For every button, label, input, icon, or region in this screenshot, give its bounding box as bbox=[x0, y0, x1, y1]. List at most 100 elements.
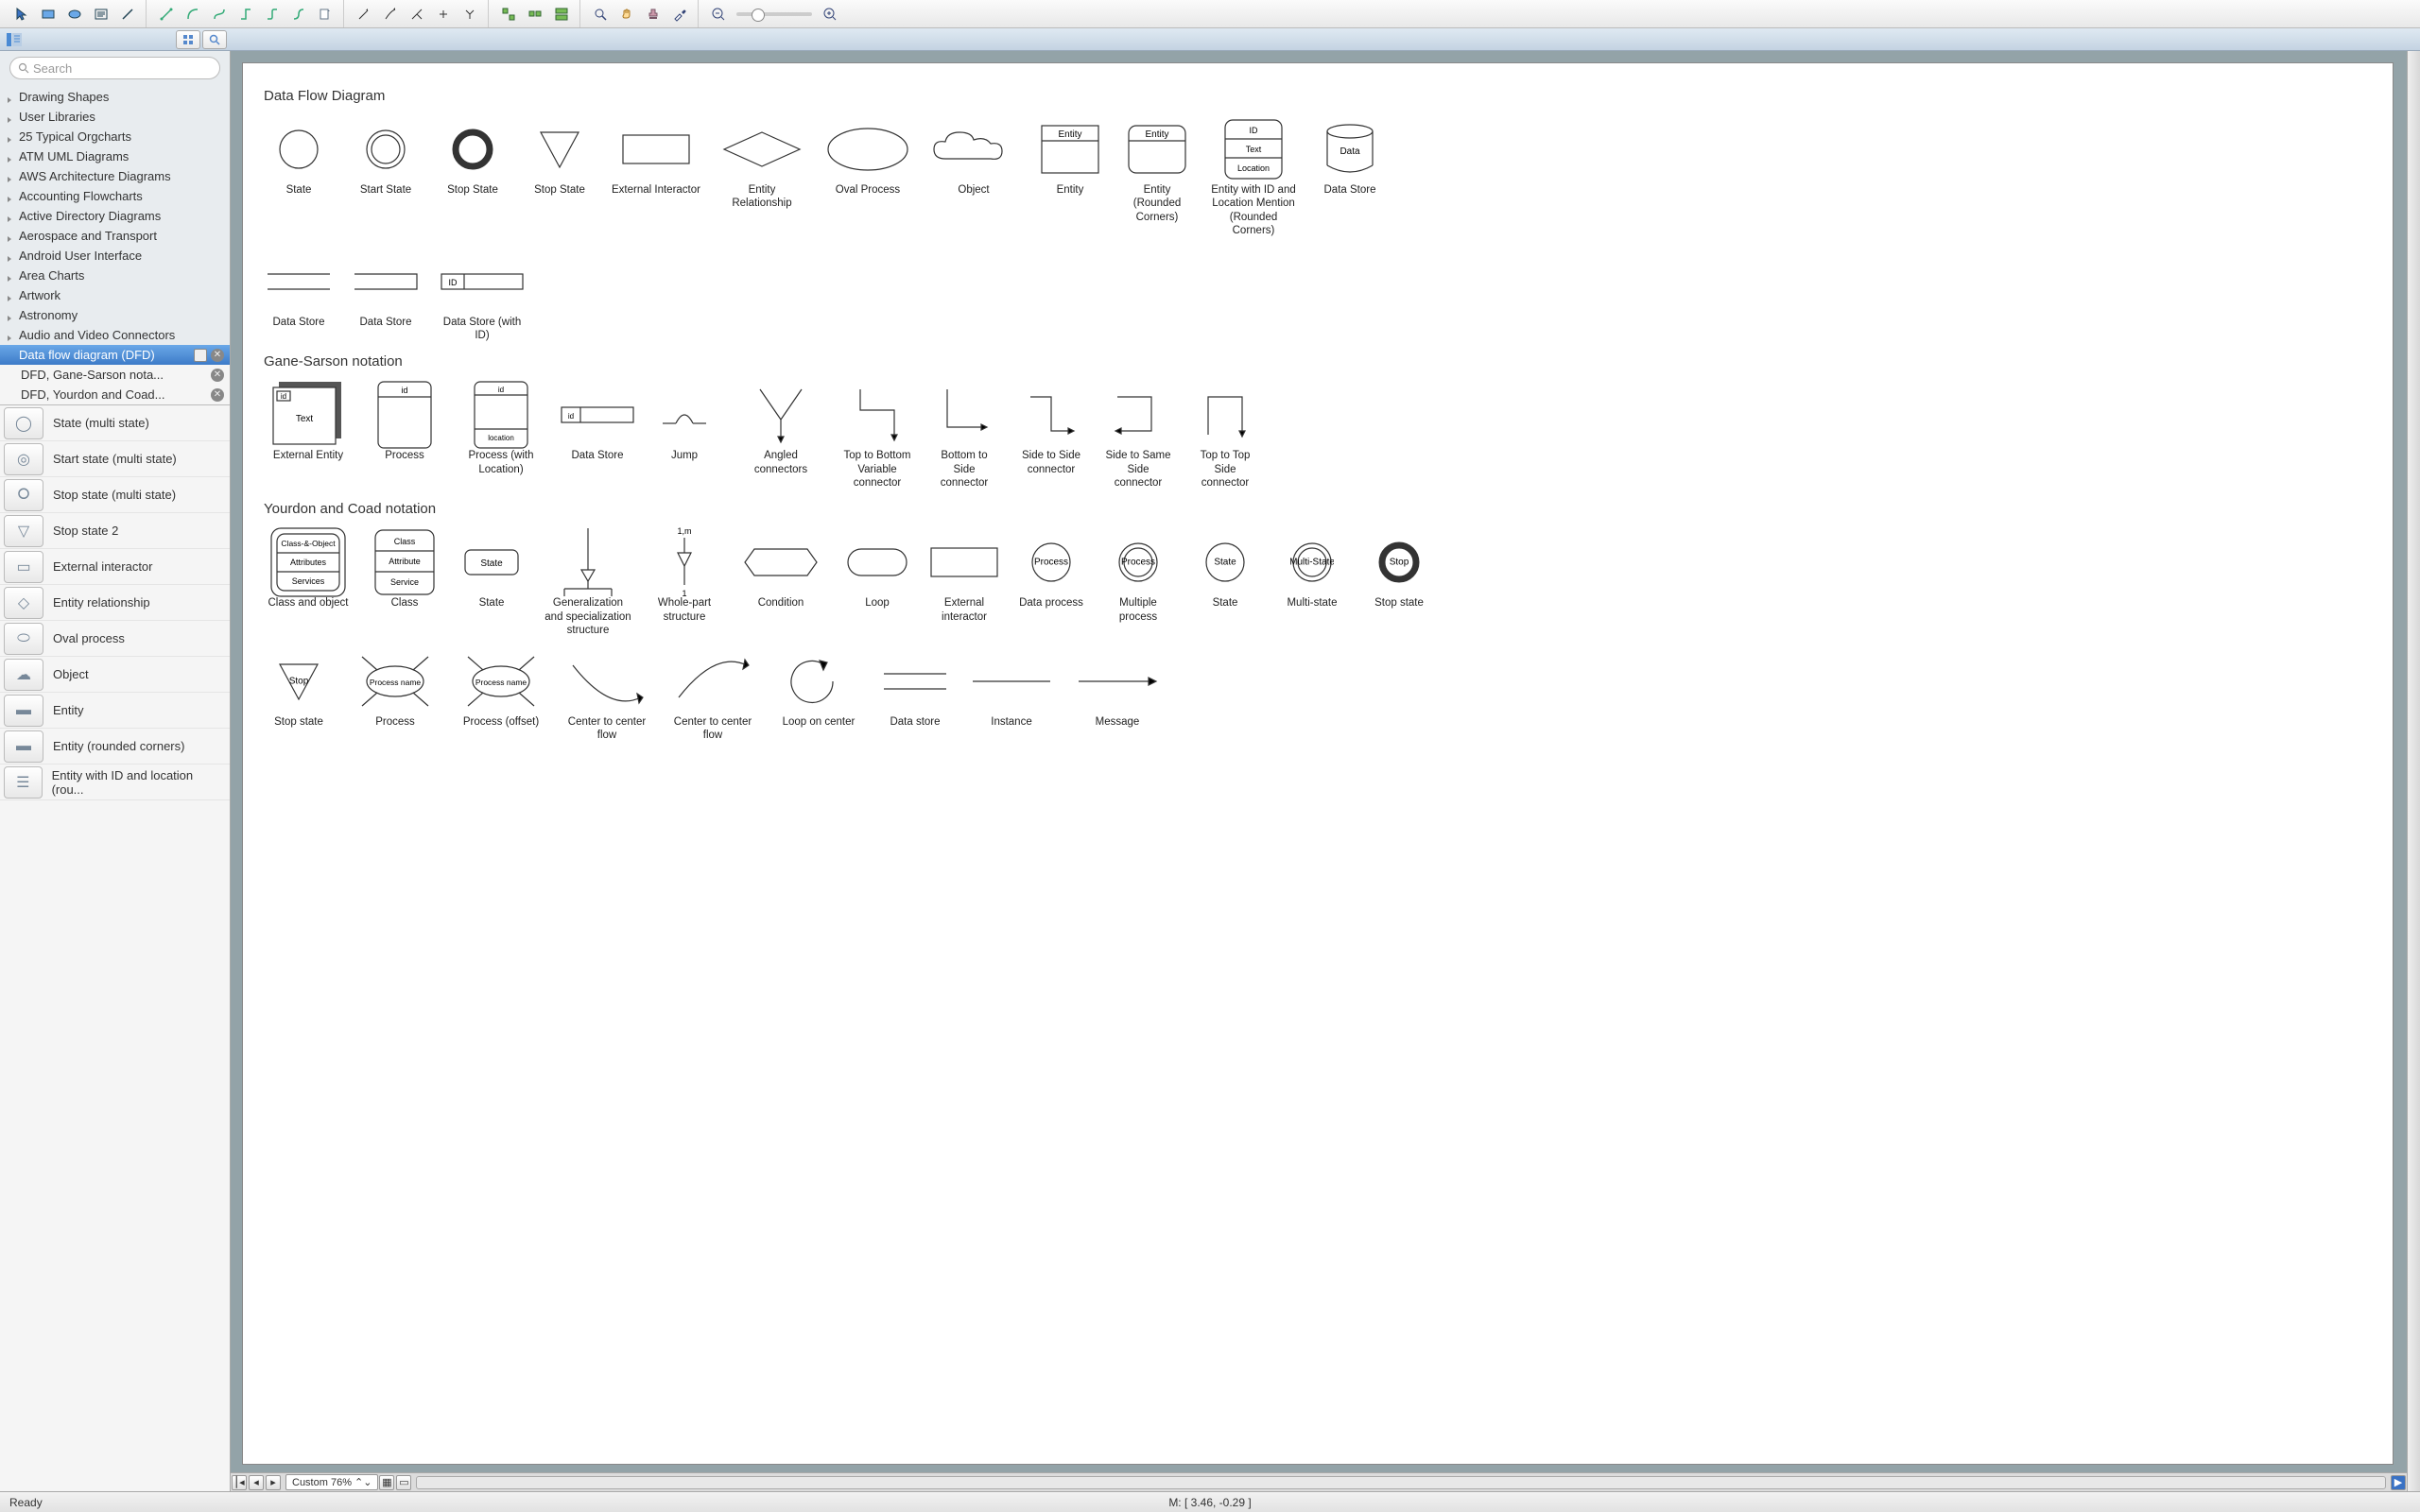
shape-cell[interactable]: Jump bbox=[649, 383, 719, 490]
shape-cell[interactable]: EntityEntity bbox=[1035, 117, 1105, 238]
search-input[interactable]: Search bbox=[9, 57, 220, 79]
shape-cell[interactable]: Center to center flow bbox=[668, 649, 757, 743]
shape-cell[interactable]: Class-&-ObjectAttributesServicesClass an… bbox=[264, 530, 353, 637]
tree-item[interactable]: Drawing Shapes bbox=[0, 87, 230, 107]
library-panel-toggle[interactable] bbox=[0, 29, 28, 50]
shape-cell[interactable]: 1,m1Whole-part structure bbox=[649, 530, 719, 637]
shape-cell[interactable]: State bbox=[264, 117, 334, 238]
stamp-tool[interactable] bbox=[641, 4, 666, 25]
shape-cell[interactable]: Data Store bbox=[351, 249, 421, 343]
shape-list-item[interactable]: ◎Start state (multi state) bbox=[0, 441, 230, 477]
shape-cell[interactable]: Process nameProcess (offset) bbox=[457, 649, 545, 743]
shape-cell[interactable]: StateState bbox=[1190, 530, 1260, 637]
line-tool[interactable] bbox=[115, 4, 140, 25]
shape-list-item[interactable]: ▬Entity (rounded corners) bbox=[0, 729, 230, 765]
shape-cell[interactable]: idlocationProcess (with Location) bbox=[457, 383, 545, 490]
shape-cell[interactable]: Object bbox=[929, 117, 1018, 238]
tree-item[interactable]: AWS Architecture Diagrams bbox=[0, 166, 230, 186]
shape-cell[interactable]: External interactor bbox=[929, 530, 999, 637]
arrow-bi[interactable] bbox=[431, 4, 456, 25]
shape-cell[interactable]: ProcessData process bbox=[1016, 530, 1086, 637]
tree-subitem[interactable]: DFD, Yourdon and Coad...✕ bbox=[0, 385, 230, 404]
shape-cell[interactable]: Loop on center bbox=[774, 649, 863, 743]
arrow-multi[interactable] bbox=[405, 4, 429, 25]
connector-round[interactable] bbox=[260, 4, 285, 25]
shape-cell[interactable]: Side to Same Side connector bbox=[1103, 383, 1173, 490]
shape-cell[interactable]: Center to center flow bbox=[562, 649, 651, 743]
shape-cell[interactable]: Stop State bbox=[525, 117, 595, 238]
page-next[interactable]: ▸ bbox=[266, 1475, 281, 1490]
connector-direct[interactable] bbox=[154, 4, 179, 25]
shape-cell[interactable]: Data store bbox=[880, 649, 950, 743]
shape-cell[interactable]: Process nameProcess bbox=[351, 649, 440, 743]
shape-list-item[interactable]: ☰Entity with ID and location (rou... bbox=[0, 765, 230, 800]
close-icon[interactable]: ✕ bbox=[211, 349, 224, 362]
shape-cell[interactable]: Entity Relationship bbox=[717, 117, 806, 238]
page-prev[interactable]: ◂ bbox=[249, 1475, 264, 1490]
shape-cell[interactable]: Angled connectors bbox=[736, 383, 825, 490]
arrow-curve[interactable] bbox=[378, 4, 403, 25]
rect-tool[interactable] bbox=[36, 4, 60, 25]
tree-item[interactable]: 25 Typical Orgcharts bbox=[0, 127, 230, 146]
shape-cell[interactable]: Side to Side connector bbox=[1016, 383, 1086, 490]
shape-cell[interactable]: Top to Top Side connector bbox=[1190, 383, 1260, 490]
align-tool-2[interactable] bbox=[523, 4, 547, 25]
connector-smart[interactable] bbox=[233, 4, 258, 25]
close-icon[interactable]: ✕ bbox=[211, 388, 224, 402]
shape-cell[interactable]: idData Store bbox=[562, 383, 632, 490]
shape-cell[interactable]: Loop bbox=[842, 530, 912, 637]
tree-item[interactable]: Android User Interface bbox=[0, 246, 230, 266]
text-tool[interactable] bbox=[89, 4, 113, 25]
shape-cell[interactable]: Generalization and specialization struct… bbox=[544, 530, 632, 637]
shape-list-item[interactable]: ⬭Oval process bbox=[0, 621, 230, 657]
zoom-slider[interactable] bbox=[736, 12, 812, 16]
connector-page[interactable] bbox=[313, 4, 337, 25]
save-icon[interactable] bbox=[194, 349, 207, 362]
search-button[interactable] bbox=[202, 30, 227, 49]
shape-cell[interactable]: ProcessMultiple process bbox=[1103, 530, 1173, 637]
shape-list-item[interactable]: ▽Stop state 2 bbox=[0, 513, 230, 549]
arrow-split[interactable] bbox=[458, 4, 482, 25]
zoom-out-button[interactable] bbox=[706, 4, 731, 25]
shape-cell[interactable]: ClassAttributeServiceClass bbox=[370, 530, 440, 637]
shape-list-item[interactable]: ⭘Stop state (multi state) bbox=[0, 477, 230, 513]
hand-tool[interactable] bbox=[614, 4, 639, 25]
align-tool-3[interactable] bbox=[549, 4, 574, 25]
shape-cell[interactable]: Message bbox=[1073, 649, 1162, 743]
tree-item[interactable]: Artwork bbox=[0, 285, 230, 305]
shape-cell[interactable]: EntityEntity (Rounded Corners) bbox=[1122, 117, 1192, 238]
tree-subitem[interactable]: DFD, Gane-Sarson nota...✕ bbox=[0, 365, 230, 385]
shape-list-item[interactable]: ◯State (multi state) bbox=[0, 405, 230, 441]
arrow-line[interactable] bbox=[352, 4, 376, 25]
vertical-scrollbar[interactable] bbox=[2407, 51, 2420, 1491]
shape-cell[interactable]: Top to Bottom Variable connector bbox=[842, 383, 912, 490]
shape-cell[interactable]: Stop State bbox=[438, 117, 508, 238]
tree-item-active[interactable]: Data flow diagram (DFD)✕ bbox=[0, 345, 230, 365]
shape-cell[interactable]: DataData Store bbox=[1315, 117, 1385, 238]
shape-cell[interactable]: External Interactor bbox=[612, 117, 700, 238]
view-mode-2[interactable]: ▭ bbox=[396, 1475, 411, 1490]
shape-cell[interactable]: Bottom to Side connector bbox=[929, 383, 999, 490]
zoom-tool[interactable] bbox=[588, 4, 613, 25]
tree-item[interactable]: Accounting Flowcharts bbox=[0, 186, 230, 206]
connector-arc[interactable] bbox=[181, 4, 205, 25]
zoom-dropdown[interactable]: Custom 76% ⌃⌄ bbox=[285, 1474, 378, 1490]
zoom-in-button[interactable] bbox=[818, 4, 842, 25]
canvas[interactable]: Data Flow DiagramStateStart StateStop St… bbox=[242, 62, 2394, 1465]
shape-list-item[interactable]: ☁Object bbox=[0, 657, 230, 693]
connector-bezier[interactable] bbox=[207, 4, 232, 25]
shape-cell[interactable]: idTextExternal Entity bbox=[264, 383, 353, 490]
ellipse-tool[interactable] bbox=[62, 4, 87, 25]
shape-cell[interactable]: Data Store bbox=[264, 249, 334, 343]
align-tool-1[interactable] bbox=[496, 4, 521, 25]
tree-item[interactable]: User Libraries bbox=[0, 107, 230, 127]
tree-item[interactable]: Aerospace and Transport bbox=[0, 226, 230, 246]
hscrollbar[interactable] bbox=[416, 1476, 2386, 1489]
shape-cell[interactable]: StopStop state bbox=[1364, 530, 1434, 637]
shape-cell[interactable]: IDTextLocationEntity with ID and Locatio… bbox=[1209, 117, 1298, 238]
tree-item[interactable]: Astronomy bbox=[0, 305, 230, 325]
shape-cell[interactable]: IDData Store (with ID) bbox=[438, 249, 527, 343]
tree-item[interactable]: Area Charts bbox=[0, 266, 230, 285]
shape-cell[interactable]: Multi-StateMulti-state bbox=[1277, 530, 1347, 637]
shape-cell[interactable]: Oval Process bbox=[823, 117, 912, 238]
